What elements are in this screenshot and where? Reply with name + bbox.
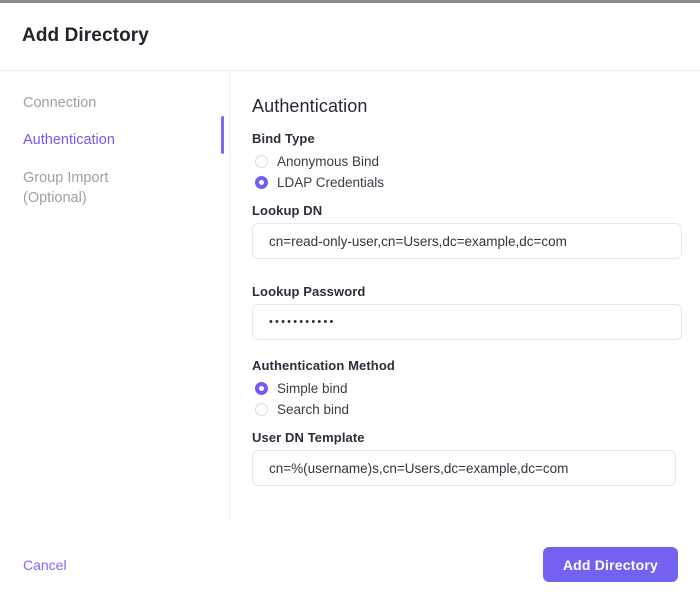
sidebar-step-list: Connection Authentication Group Import (… bbox=[23, 94, 213, 226]
auth-method-label: Authentication Method bbox=[252, 358, 395, 373]
dialog-header: Add Directory bbox=[0, 3, 700, 71]
radio-icon-unchecked bbox=[255, 155, 268, 168]
active-step-indicator bbox=[221, 116, 224, 154]
radio-icon-checked bbox=[255, 176, 268, 189]
lookup-dn-group: Lookup DN cn=read-only-user,cn=Users,dc=… bbox=[252, 203, 682, 259]
user-dn-template-label: User DN Template bbox=[252, 430, 365, 445]
bind-type-group: Bind Type Anonymous Bind LDAP Credential… bbox=[252, 131, 682, 193]
lookup-password-label: Lookup Password bbox=[252, 284, 366, 299]
lookup-dn-label: Lookup DN bbox=[252, 203, 323, 218]
add-directory-button[interactable]: Add Directory bbox=[542, 547, 678, 582]
sidebar-item-connection[interactable]: Connection bbox=[23, 94, 213, 113]
sidebar: Connection Authentication Group Import (… bbox=[0, 72, 230, 520]
radio-icon-unchecked bbox=[255, 403, 268, 416]
main-panel: Authentication Bind Type Anonymous Bind … bbox=[231, 72, 700, 520]
lookup-password-input[interactable]: ••••••••••• bbox=[252, 304, 682, 340]
radio-ldap-credentials[interactable]: LDAP Credentials bbox=[255, 172, 682, 193]
radio-label-anonymous-bind: Anonymous Bind bbox=[277, 154, 380, 169]
dialog-footer: Cancel Add Directory bbox=[0, 520, 700, 607]
user-dn-template-input[interactable]: cn=%(username)s,cn=Users,dc=example,dc=c… bbox=[252, 450, 676, 486]
password-masked-value: ••••••••••• bbox=[269, 316, 336, 328]
sidebar-item-group-import[interactable]: Group Import (Optional) bbox=[23, 168, 213, 208]
sidebar-item-authentication[interactable]: Authentication bbox=[23, 131, 213, 150]
user-dn-template-group: User DN Template cn=%(username)s,cn=User… bbox=[252, 430, 676, 486]
lookup-dn-input[interactable]: cn=read-only-user,cn=Users,dc=example,dc… bbox=[252, 223, 682, 259]
radio-label-simple-bind: Simple bind bbox=[277, 381, 348, 396]
lookup-password-group: Lookup Password ••••••••••• bbox=[252, 284, 682, 340]
radio-search-bind[interactable]: Search bind bbox=[255, 399, 682, 420]
radio-simple-bind[interactable]: Simple bind bbox=[255, 378, 682, 399]
radio-label-search-bind: Search bind bbox=[277, 402, 350, 417]
auth-method-group: Authentication Method Simple bind Search… bbox=[252, 358, 682, 420]
add-directory-dialog: Add Directory Connection Authentication … bbox=[0, 0, 700, 607]
radio-icon-checked bbox=[255, 382, 268, 395]
bind-type-label: Bind Type bbox=[252, 131, 315, 146]
radio-anonymous-bind[interactable]: Anonymous Bind bbox=[255, 151, 682, 172]
section-title: Authentication bbox=[252, 96, 368, 116]
page-title: Add Directory bbox=[22, 25, 149, 46]
radio-label-ldap-credentials: LDAP Credentials bbox=[277, 175, 385, 190]
cancel-button[interactable]: Cancel bbox=[23, 557, 67, 573]
